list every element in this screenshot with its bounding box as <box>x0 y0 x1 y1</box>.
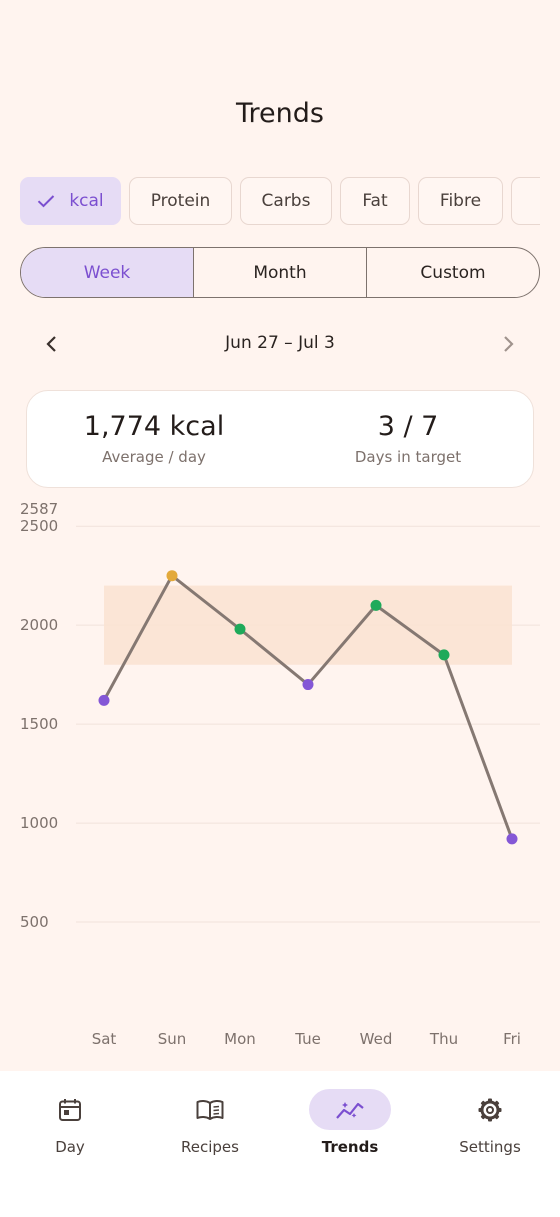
target-range-band <box>104 585 512 665</box>
kcal-trend-chart: 500 1000 1500 2000 25002587 Sat Sun Mon Tue Wed Th… <box>20 500 540 1048</box>
tab-week[interactable]: Week <box>21 248 193 297</box>
y-tick-label: 500 <box>20 913 49 931</box>
data-point <box>234 623 246 635</box>
y-max-label: 2587 <box>20 500 58 518</box>
x-tick-label: Tue <box>294 1030 321 1048</box>
data-point <box>370 599 382 611</box>
gear-icon <box>478 1098 502 1121</box>
nav-label: Day <box>55 1138 85 1156</box>
data-point <box>302 679 314 691</box>
average-value: 1,774 kcal <box>83 411 225 442</box>
x-tick-label: Thu <box>429 1030 458 1048</box>
days-in-target-value: 3 / 7 <box>377 411 439 442</box>
data-point <box>506 833 518 845</box>
y-tick-label: 2000 <box>20 616 58 634</box>
nav-label: Recipes <box>181 1138 239 1156</box>
date-navigator: Jun 27 – Jul 3 <box>0 330 560 358</box>
nav-day-indicator <box>29 1089 111 1130</box>
x-tick-label: Fri <box>503 1030 521 1048</box>
y-tick-label: 1000 <box>20 814 58 832</box>
nav-recipes-indicator <box>169 1089 251 1130</box>
nav-trends-indicator <box>309 1089 391 1130</box>
metric-chip-row: kcal Protein Carbs Fat Fibre <box>20 177 540 225</box>
nav-day[interactable]: Day <box>0 1089 140 1156</box>
trend-icon <box>336 1101 364 1119</box>
nav-settings-indicator <box>449 1089 531 1130</box>
tab-custom[interactable]: Custom <box>366 248 539 297</box>
nav-trends[interactable]: Trends <box>280 1089 420 1156</box>
check-icon <box>38 195 55 208</box>
chip-fat[interactable]: Fat <box>340 177 410 225</box>
chip-label: Fibre <box>439 191 482 211</box>
nav-recipes[interactable]: Recipes <box>140 1089 280 1156</box>
data-point <box>98 694 110 706</box>
average-stat: 1,774 kcal Average / day <box>27 411 281 466</box>
nav-label: Trends <box>321 1138 379 1156</box>
range-selector: Week Month Custom <box>20 247 540 298</box>
chip-protein[interactable]: Protein <box>129 177 232 225</box>
chip-carbs[interactable]: Carbs <box>240 177 332 225</box>
chip-fibre[interactable]: Fibre <box>418 177 503 225</box>
x-tick-label: Wed <box>360 1030 393 1048</box>
data-point <box>166 570 178 582</box>
summary-card: 1,774 kcal Average / day 3 / 7 Days in t… <box>26 390 534 488</box>
y-tick-label: 2500 <box>20 517 58 535</box>
x-tick-label: Sat <box>92 1030 117 1048</box>
chevron-right-icon[interactable] <box>496 332 520 356</box>
trends-screen: Trends kcal Protein Carbs Fat Fibre Week… <box>0 0 560 1217</box>
calendar-icon <box>59 1098 81 1121</box>
tab-month[interactable]: Month <box>193 248 366 297</box>
nav-settings[interactable]: Settings <box>420 1089 560 1156</box>
data-point <box>438 649 450 661</box>
chip-label: kcal <box>69 191 104 211</box>
days-in-target-stat: 3 / 7 Days in target <box>281 411 535 466</box>
days-in-target-label: Days in target <box>354 448 462 466</box>
chip-label: Fat <box>362 191 388 211</box>
chip-kcal[interactable]: kcal <box>20 177 121 225</box>
bottom-navigation: Day Recipes Trends Settings <box>0 1071 560 1217</box>
chip-label: Protein <box>150 191 211 211</box>
chip-label: Carbs <box>261 191 311 211</box>
chip-more[interactable] <box>511 177 540 225</box>
x-tick-label: Sun <box>158 1030 187 1048</box>
average-label: Average / day <box>102 448 206 466</box>
y-tick-label: 1500 <box>20 715 58 733</box>
x-tick-label: Mon <box>224 1030 256 1048</box>
book-icon <box>196 1099 224 1120</box>
date-range-label: Jun 27 – Jul 3 <box>225 333 335 353</box>
nav-label: Settings <box>459 1138 521 1156</box>
page-title: Trends <box>236 98 324 129</box>
